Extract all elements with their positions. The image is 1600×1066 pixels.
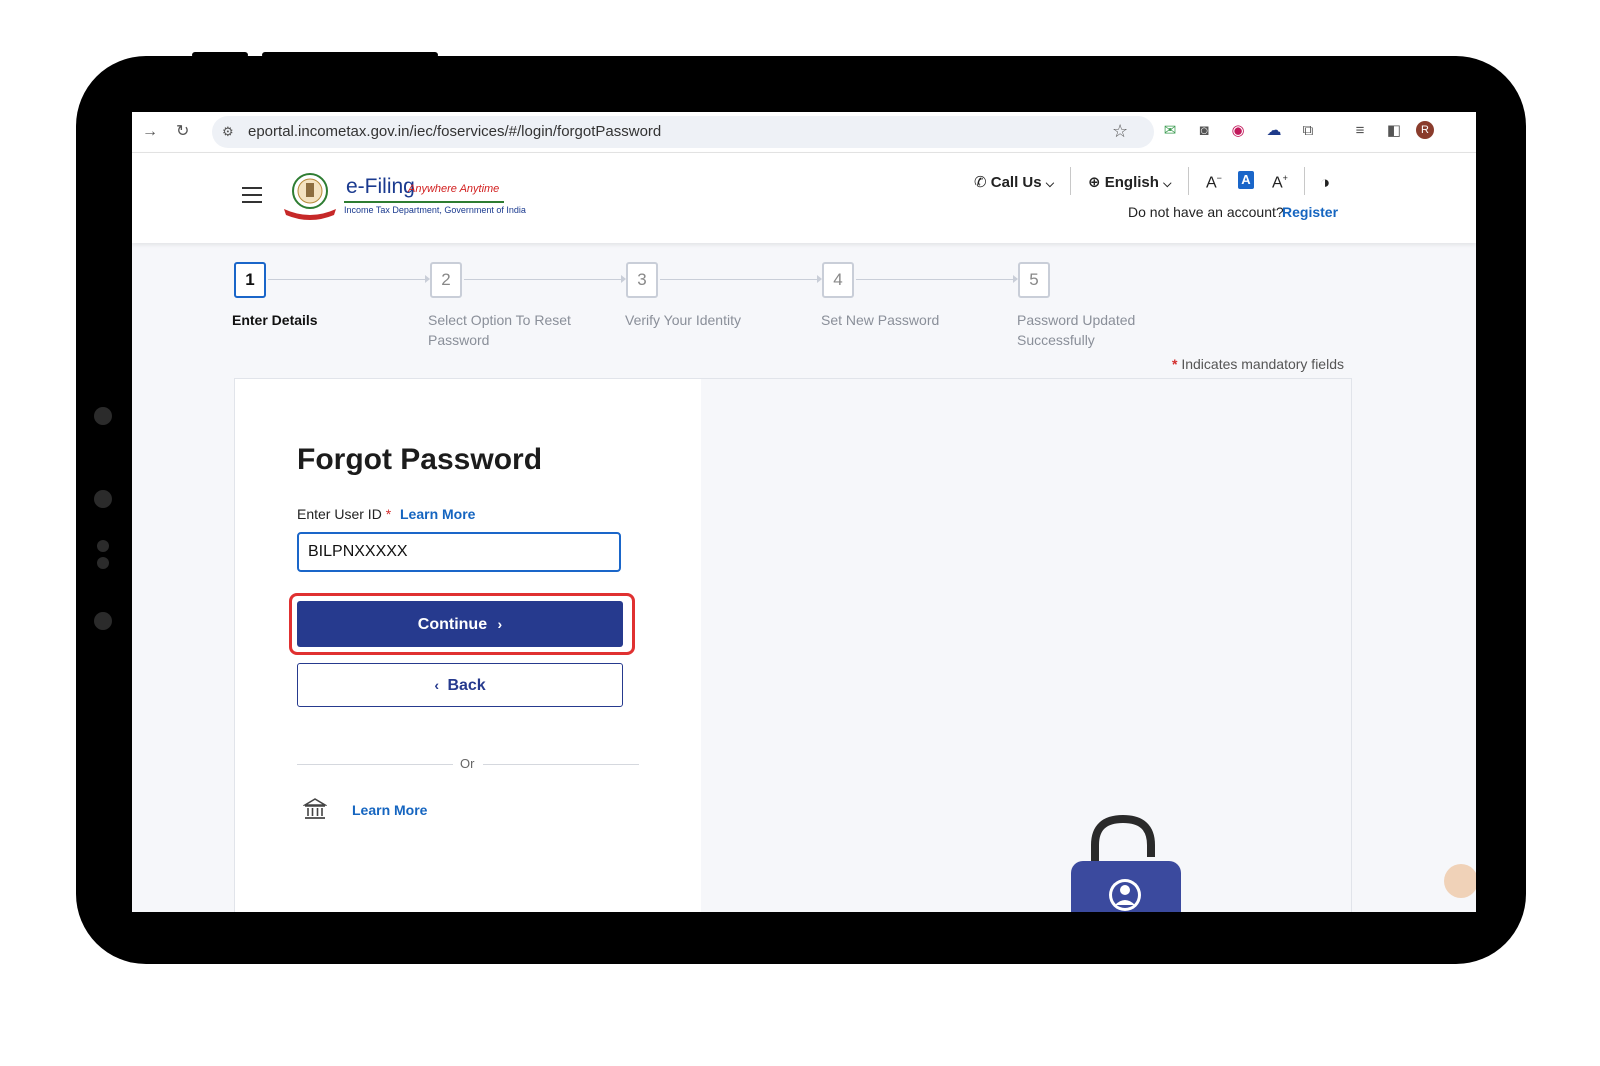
back-label: Back — [447, 677, 486, 694]
continue-label: Continue — [417, 616, 488, 633]
tablet-top-button — [262, 52, 438, 58]
logo-title: e-Filing — [346, 175, 415, 198]
font-increase-label: A — [1272, 174, 1283, 192]
language-select[interactable]: ⊕ English ⌵ — [1088, 173, 1171, 191]
reload-icon[interactable]: ↻ — [176, 122, 189, 142]
phone-icon: ✆ — [974, 174, 987, 191]
contrast-toggle-icon[interactable]: ◑ — [1320, 173, 1330, 193]
logo-subtitle: Income Tax Department, Government of Ind… — [344, 205, 526, 215]
menu-icon[interactable] — [242, 187, 262, 208]
step-5-label: Password Updated Successfully — [1017, 312, 1136, 348]
user-id-label-text: Enter User ID — [297, 506, 382, 522]
step-5-number: 5 — [1018, 262, 1050, 298]
mandatory-note: * Indicates mandatory fields — [1172, 356, 1344, 372]
divider — [1070, 167, 1071, 195]
forward-icon[interactable]: → — [142, 122, 158, 142]
tablet-top-button — [192, 52, 248, 58]
side-panel-icon[interactable]: ◧ — [1384, 121, 1404, 141]
required-marker: * — [385, 506, 392, 522]
font-normal-button[interactable]: A — [1238, 171, 1254, 189]
screen: → ↻ ⚙ eportal.incometax.gov.in/iec/foser… — [132, 112, 1476, 912]
extension-mail-icon[interactable]: ✉ — [1160, 121, 1180, 141]
globe-icon: ⊕ — [1088, 174, 1101, 191]
tablet-camera — [94, 612, 112, 630]
step-1-label: Enter Details — [232, 312, 318, 328]
user-id-input[interactable] — [297, 532, 621, 572]
site-settings-icon[interactable]: ⚙ — [222, 122, 234, 142]
call-us-label: Call Us — [990, 174, 1042, 191]
divider-right — [483, 764, 639, 765]
back-button[interactable]: ‹ Back — [297, 663, 623, 707]
chevron-left-icon: ‹ — [434, 677, 439, 693]
user-id-label: Enter User ID * — [297, 506, 391, 522]
font-decrease-label: A — [1206, 174, 1217, 192]
emblem-logo — [284, 173, 336, 220]
no-account-text: Do not have an account? — [1128, 204, 1284, 220]
step-2-label: Select Option To Reset Password — [428, 312, 571, 348]
browser-toolbar: → ↻ ⚙ eportal.incometax.gov.in/iec/foser… — [132, 112, 1476, 153]
extensions-puzzle-icon[interactable]: ⧉ — [1298, 121, 1318, 141]
step-4-number: 4 — [822, 262, 854, 298]
extension-cloud-icon[interactable]: ☁ — [1264, 121, 1284, 141]
illustration-panel — [701, 379, 1351, 912]
divider — [1304, 167, 1305, 195]
bank-learn-more-link[interactable]: Learn More — [352, 802, 427, 818]
step-connector — [856, 275, 1018, 283]
extension-color-icon[interactable]: ◉ — [1228, 121, 1248, 141]
url-text: eportal.incometax.gov.in/iec/foservices/… — [248, 123, 662, 140]
step-1-number: 1 — [234, 262, 266, 298]
required-marker: * — [1172, 356, 1178, 372]
step-connector — [268, 275, 430, 283]
tablet-camera — [94, 490, 112, 508]
chevron-down-icon: ⌵ — [1045, 178, 1055, 190]
continue-button[interactable]: Continue › — [297, 601, 623, 647]
step-connector — [464, 275, 626, 283]
divider-left — [297, 764, 453, 765]
profile-avatar[interactable]: R — [1416, 121, 1434, 139]
call-us-menu[interactable]: ✆ Call Us ⌵ — [974, 173, 1054, 191]
padlock-icon — [1071, 815, 1181, 912]
step-2-number: 2 — [430, 262, 462, 298]
or-separator: Or — [460, 756, 475, 771]
learn-more-link[interactable]: Learn More — [400, 506, 475, 522]
register-link[interactable]: Register — [1282, 204, 1338, 220]
language-label: English — [1104, 174, 1159, 191]
logo-underline — [344, 201, 504, 203]
mandatory-note-text: Indicates mandatory fields — [1181, 356, 1344, 372]
tablet-sensor — [97, 540, 109, 552]
font-normal-label: A — [1241, 172, 1251, 187]
bookmark-star-icon[interactable]: ☆ — [1112, 121, 1128, 141]
step-3-label: Verify Your Identity — [625, 312, 741, 328]
step-connector — [660, 275, 822, 283]
step-4-label: Set New Password — [821, 312, 940, 328]
tablet-camera — [94, 407, 112, 425]
divider — [1188, 167, 1189, 195]
tablet-sensor — [97, 557, 109, 569]
font-decrease-button[interactable]: A− — [1206, 173, 1222, 192]
reading-list-icon[interactable]: ≡ — [1350, 121, 1370, 141]
extension-camera-icon[interactable]: ◙ — [1194, 121, 1214, 141]
page-title: Forgot Password — [297, 443, 543, 476]
bank-icon — [303, 798, 327, 819]
font-increase-button[interactable]: A+ — [1272, 173, 1288, 192]
logo-tagline: Anywhere Anytime — [408, 183, 500, 195]
chat-assistant-avatar[interactable] — [1444, 864, 1476, 898]
chevron-down-icon: ⌵ — [1163, 178, 1172, 190]
site-header: e-Filing Anywhere Anytime Income Tax Dep… — [132, 153, 1476, 243]
step-3-number: 3 — [626, 262, 658, 298]
chevron-right-icon: › — [497, 616, 503, 632]
forgot-password-card: Forgot Password Enter User ID * Learn Mo… — [234, 378, 1352, 912]
address-bar[interactable]: ⚙ eportal.incometax.gov.in/iec/foservice… — [212, 116, 1154, 148]
